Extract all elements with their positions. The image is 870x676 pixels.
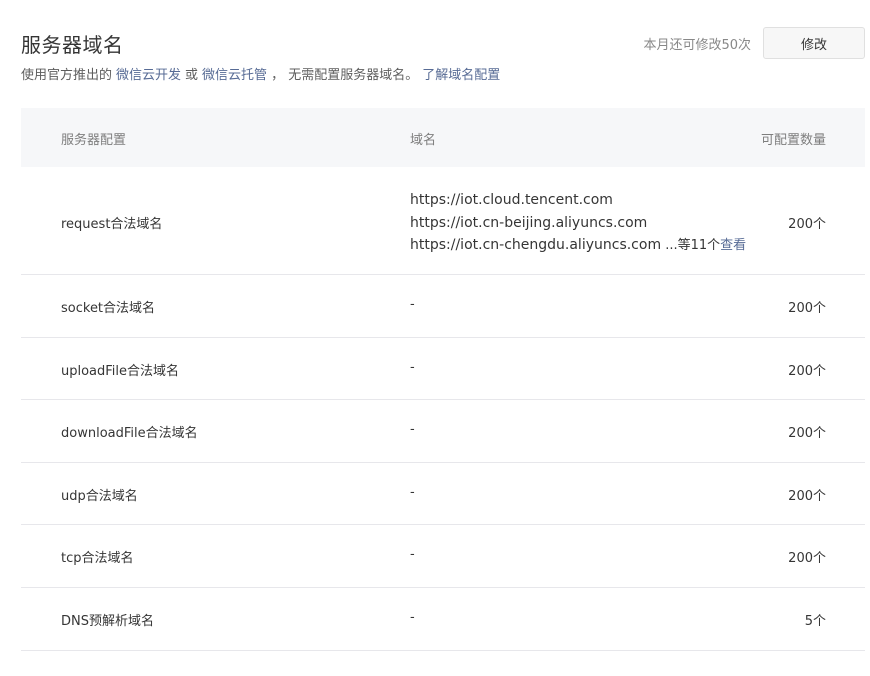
subtitle-prefix: 使用官方推出的: [21, 68, 113, 83]
column-header-domain: 域名: [410, 133, 437, 148]
row-name: request合法域名: [61, 217, 163, 232]
row-count: 200个: [788, 489, 826, 504]
domain-item: https://iot.cn-chengdu.aliyuncs.com: [410, 237, 662, 253]
subtitle-suffix: ， 无需配置服务器域名。: [271, 68, 419, 83]
row-name: tcp合法域名: [61, 551, 134, 566]
domain-item-last: https://iot.cn-chengdu.aliyuncs.com ...等…: [410, 234, 746, 258]
table-row: request合法域名 https://iot.cloud.tencent.co…: [21, 167, 865, 275]
table-row: socket合法域名 - 200个: [21, 275, 865, 338]
row-domain: -: [410, 547, 415, 562]
page-title: 服务器域名: [21, 33, 124, 57]
row-domain: -: [410, 297, 415, 312]
view-all-domains-link[interactable]: 查看: [720, 238, 746, 253]
column-header-count: 可配置数量: [760, 133, 826, 148]
table-row: downloadFile合法域名 - 200个: [21, 400, 865, 463]
table-row: tcp合法域名 - 200个: [21, 525, 865, 588]
row-name: socket合法域名: [61, 301, 156, 316]
table-row: DNS预解析域名 - 5个: [21, 588, 865, 651]
cloud-hosting-link[interactable]: 微信云托管: [202, 68, 267, 83]
row-domain: -: [410, 485, 415, 500]
page-subtitle: 使用官方推出的 微信云开发或微信云托管 ， 无需配置服务器域名。 了解域名配置: [21, 64, 500, 83]
row-count: 200个: [788, 364, 826, 379]
page-header: 服务器域名 使用官方推出的 微信云开发或微信云托管 ， 无需配置服务器域名。 了解域名…: [21, 0, 865, 100]
more-domains-count: ...等11个: [661, 238, 721, 253]
domain-item: https://iot.cloud.tencent.com: [410, 192, 613, 208]
server-domain-table: 服务器配置 域名 可配置数量 request合法域名 https://iot.c…: [21, 108, 865, 651]
row-domain: -: [410, 422, 415, 437]
row-count: 5个: [804, 614, 826, 629]
row-domain: -: [410, 610, 415, 625]
table-row: uploadFile合法域名 - 200个: [21, 338, 865, 400]
row-name: udp合法域名: [61, 489, 138, 504]
table-row: udp合法域名 - 200个: [21, 463, 865, 525]
row-name: uploadFile合法域名: [61, 364, 180, 379]
learn-domain-config-link[interactable]: 了解域名配置: [422, 68, 500, 83]
cloud-dev-link[interactable]: 微信云开发: [116, 68, 181, 83]
row-name: DNS预解析域名: [61, 614, 154, 629]
row-count: 200个: [788, 301, 826, 316]
table-header: 服务器配置 域名 可配置数量: [21, 108, 865, 167]
row-count: 200个: [788, 551, 826, 566]
modify-button[interactable]: 修改: [763, 27, 865, 59]
row-name: downloadFile合法域名: [61, 426, 198, 441]
modify-quota-text: 本月还可修改50次: [643, 38, 751, 53]
row-domain-list: https://iot.cloud.tencent.com https://io…: [410, 189, 746, 258]
subtitle-or: 或: [185, 68, 199, 83]
domain-item: https://iot.cn-beijing.aliyuncs.com: [410, 214, 648, 231]
row-domain: -: [410, 360, 415, 375]
column-header-config: 服务器配置: [61, 133, 127, 148]
row-count: 200个: [788, 426, 826, 441]
row-count: 200个: [788, 217, 826, 232]
